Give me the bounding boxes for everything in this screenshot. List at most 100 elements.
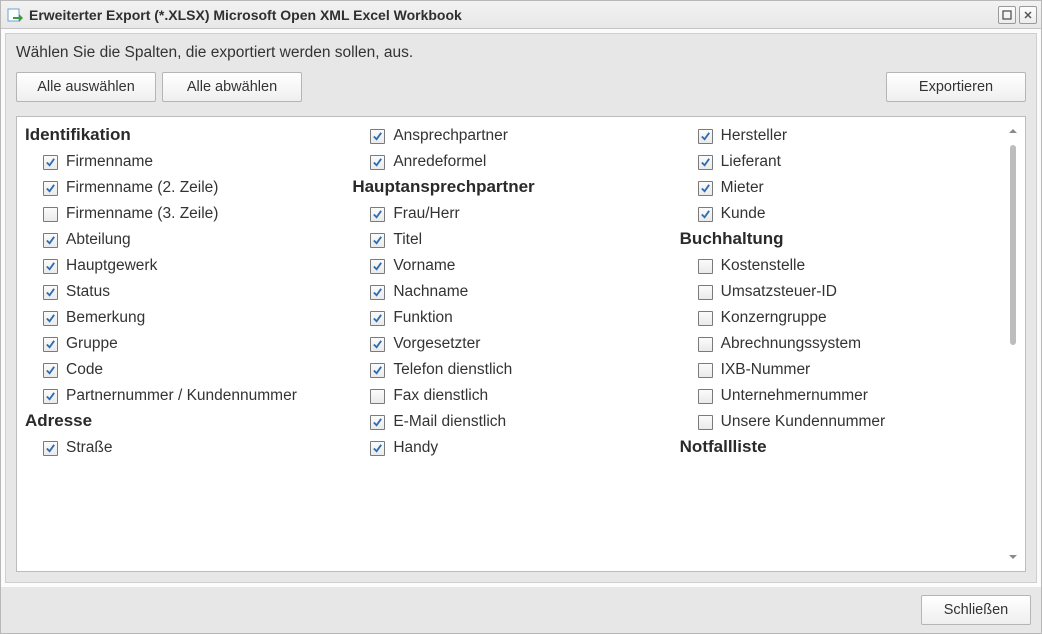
- checkbox[interactable]: [698, 311, 713, 326]
- checkbox-row[interactable]: Lieferant: [680, 149, 991, 175]
- checkbox-row[interactable]: Nachname: [352, 279, 663, 305]
- window-title: Erweiterter Export (*.XLSX) Microsoft Op…: [29, 7, 995, 23]
- checkbox[interactable]: [43, 259, 58, 274]
- deselect-all-button[interactable]: Alle abwählen: [162, 72, 302, 102]
- checkbox-row[interactable]: Code: [25, 357, 336, 383]
- checkbox-row[interactable]: Unternehmernummer: [680, 383, 991, 409]
- checkbox-row[interactable]: Ansprechpartner: [352, 123, 663, 149]
- checkbox[interactable]: [698, 415, 713, 430]
- checkbox-row[interactable]: Anredeformel: [352, 149, 663, 175]
- checkbox[interactable]: [698, 129, 713, 144]
- scrollbar[interactable]: [1005, 123, 1021, 565]
- checkbox[interactable]: [43, 233, 58, 248]
- checkbox-label: Fax dienstlich: [393, 387, 488, 405]
- checkbox[interactable]: [370, 233, 385, 248]
- checkbox-row[interactable]: Partnernummer / Kundennummer: [25, 383, 336, 409]
- checkbox-label: Anredeformel: [393, 153, 486, 171]
- section-heading: Hauptansprechpartner: [352, 175, 663, 201]
- checkbox[interactable]: [43, 207, 58, 222]
- instruction-text: Wählen Sie die Spalten, die exportiert w…: [6, 34, 1036, 68]
- checkbox[interactable]: [43, 337, 58, 352]
- section-heading: Identifikation: [25, 123, 336, 149]
- checkbox-row[interactable]: Abrechnungssystem: [680, 331, 991, 357]
- checkbox[interactable]: [698, 389, 713, 404]
- checkbox-label: Firmenname: [66, 153, 153, 171]
- checkbox-row[interactable]: Konzerngruppe: [680, 305, 991, 331]
- checkbox-row[interactable]: IXB-Nummer: [680, 357, 991, 383]
- checkbox-row[interactable]: Vorgesetzter: [352, 331, 663, 357]
- checkbox-row[interactable]: Straße: [25, 435, 336, 461]
- checkbox-row[interactable]: Umsatzsteuer-ID: [680, 279, 991, 305]
- checkbox-row[interactable]: Firmenname (3. Zeile): [25, 201, 336, 227]
- checkbox-row[interactable]: Firmenname: [25, 149, 336, 175]
- checkbox-row[interactable]: Telefon dienstlich: [352, 357, 663, 383]
- checkbox-row[interactable]: Gruppe: [25, 331, 336, 357]
- dialog-body: Wählen Sie die Spalten, die exportiert w…: [5, 33, 1037, 583]
- checkbox-row[interactable]: Vorname: [352, 253, 663, 279]
- checkbox[interactable]: [370, 207, 385, 222]
- checkbox[interactable]: [370, 441, 385, 456]
- checkbox-row[interactable]: Titel: [352, 227, 663, 253]
- checkbox-row[interactable]: Frau/Herr: [352, 201, 663, 227]
- checkbox-label: Unsere Kundennummer: [721, 413, 886, 431]
- checkbox-row[interactable]: Hersteller: [680, 123, 991, 149]
- checkbox[interactable]: [370, 129, 385, 144]
- checkbox-label: Hersteller: [721, 127, 787, 145]
- checkbox[interactable]: [370, 363, 385, 378]
- checkbox-row[interactable]: Kunde: [680, 201, 991, 227]
- checkbox[interactable]: [370, 259, 385, 274]
- checkbox-row[interactable]: Firmenname (2. Zeile): [25, 175, 336, 201]
- checkbox-row[interactable]: Status: [25, 279, 336, 305]
- checkbox[interactable]: [43, 363, 58, 378]
- maximize-button[interactable]: [998, 6, 1016, 24]
- checkbox-label: Abteilung: [66, 231, 131, 249]
- checkbox[interactable]: [43, 389, 58, 404]
- checkbox[interactable]: [698, 337, 713, 352]
- close-dialog-button[interactable]: Schließen: [921, 595, 1031, 625]
- checkbox-label: Unternehmernummer: [721, 387, 868, 405]
- checkbox-row[interactable]: Kostenstelle: [680, 253, 991, 279]
- checkbox[interactable]: [698, 155, 713, 170]
- checkbox[interactable]: [698, 259, 713, 274]
- checkbox-label: Gruppe: [66, 335, 118, 353]
- checkbox-row[interactable]: Fax dienstlich: [352, 383, 663, 409]
- checkbox[interactable]: [698, 207, 713, 222]
- checkbox[interactable]: [370, 155, 385, 170]
- checkbox[interactable]: [370, 285, 385, 300]
- checkbox[interactable]: [43, 181, 58, 196]
- checkbox-label: Partnernummer / Kundennummer: [66, 387, 297, 405]
- checkbox-label: Firmenname (3. Zeile): [66, 205, 218, 223]
- scroll-thumb[interactable]: [1010, 145, 1016, 345]
- close-button[interactable]: [1019, 6, 1037, 24]
- checkbox[interactable]: [370, 415, 385, 430]
- select-all-button[interactable]: Alle auswählen: [16, 72, 156, 102]
- checkbox[interactable]: [370, 311, 385, 326]
- checkbox-row[interactable]: Funktion: [352, 305, 663, 331]
- checkbox-row[interactable]: Handy: [352, 435, 663, 461]
- checkbox-row[interactable]: Abteilung: [25, 227, 336, 253]
- checkbox-row[interactable]: Hauptgewerk: [25, 253, 336, 279]
- checkbox[interactable]: [370, 337, 385, 352]
- checkbox[interactable]: [698, 285, 713, 300]
- checkbox-label: Titel: [393, 231, 422, 249]
- column-selector: Identifikation Firmenname Firmenname (2. Z…: [16, 116, 1026, 572]
- checkbox[interactable]: [698, 363, 713, 378]
- export-dialog: Erweiterter Export (*.XLSX) Microsoft Op…: [0, 0, 1042, 634]
- checkbox[interactable]: [698, 181, 713, 196]
- checkbox-row[interactable]: Unsere Kundennummer: [680, 409, 991, 435]
- export-button[interactable]: Exportieren: [886, 72, 1026, 102]
- checkbox[interactable]: [43, 285, 58, 300]
- checkbox-row[interactable]: Bemerkung: [25, 305, 336, 331]
- checkbox-row[interactable]: Mieter: [680, 175, 991, 201]
- scroll-down-icon[interactable]: [1005, 549, 1021, 565]
- checkbox-row[interactable]: E-Mail dienstlich: [352, 409, 663, 435]
- checkbox-label: Straße: [66, 439, 113, 457]
- checkbox[interactable]: [43, 311, 58, 326]
- checkbox-label: Firmenname (2. Zeile): [66, 179, 218, 197]
- checkbox[interactable]: [43, 155, 58, 170]
- checkbox-label: Frau/Herr: [393, 205, 459, 223]
- checkbox[interactable]: [43, 441, 58, 456]
- section-heading: Notfallliste: [680, 435, 991, 461]
- scroll-up-icon[interactable]: [1005, 123, 1021, 139]
- checkbox[interactable]: [370, 389, 385, 404]
